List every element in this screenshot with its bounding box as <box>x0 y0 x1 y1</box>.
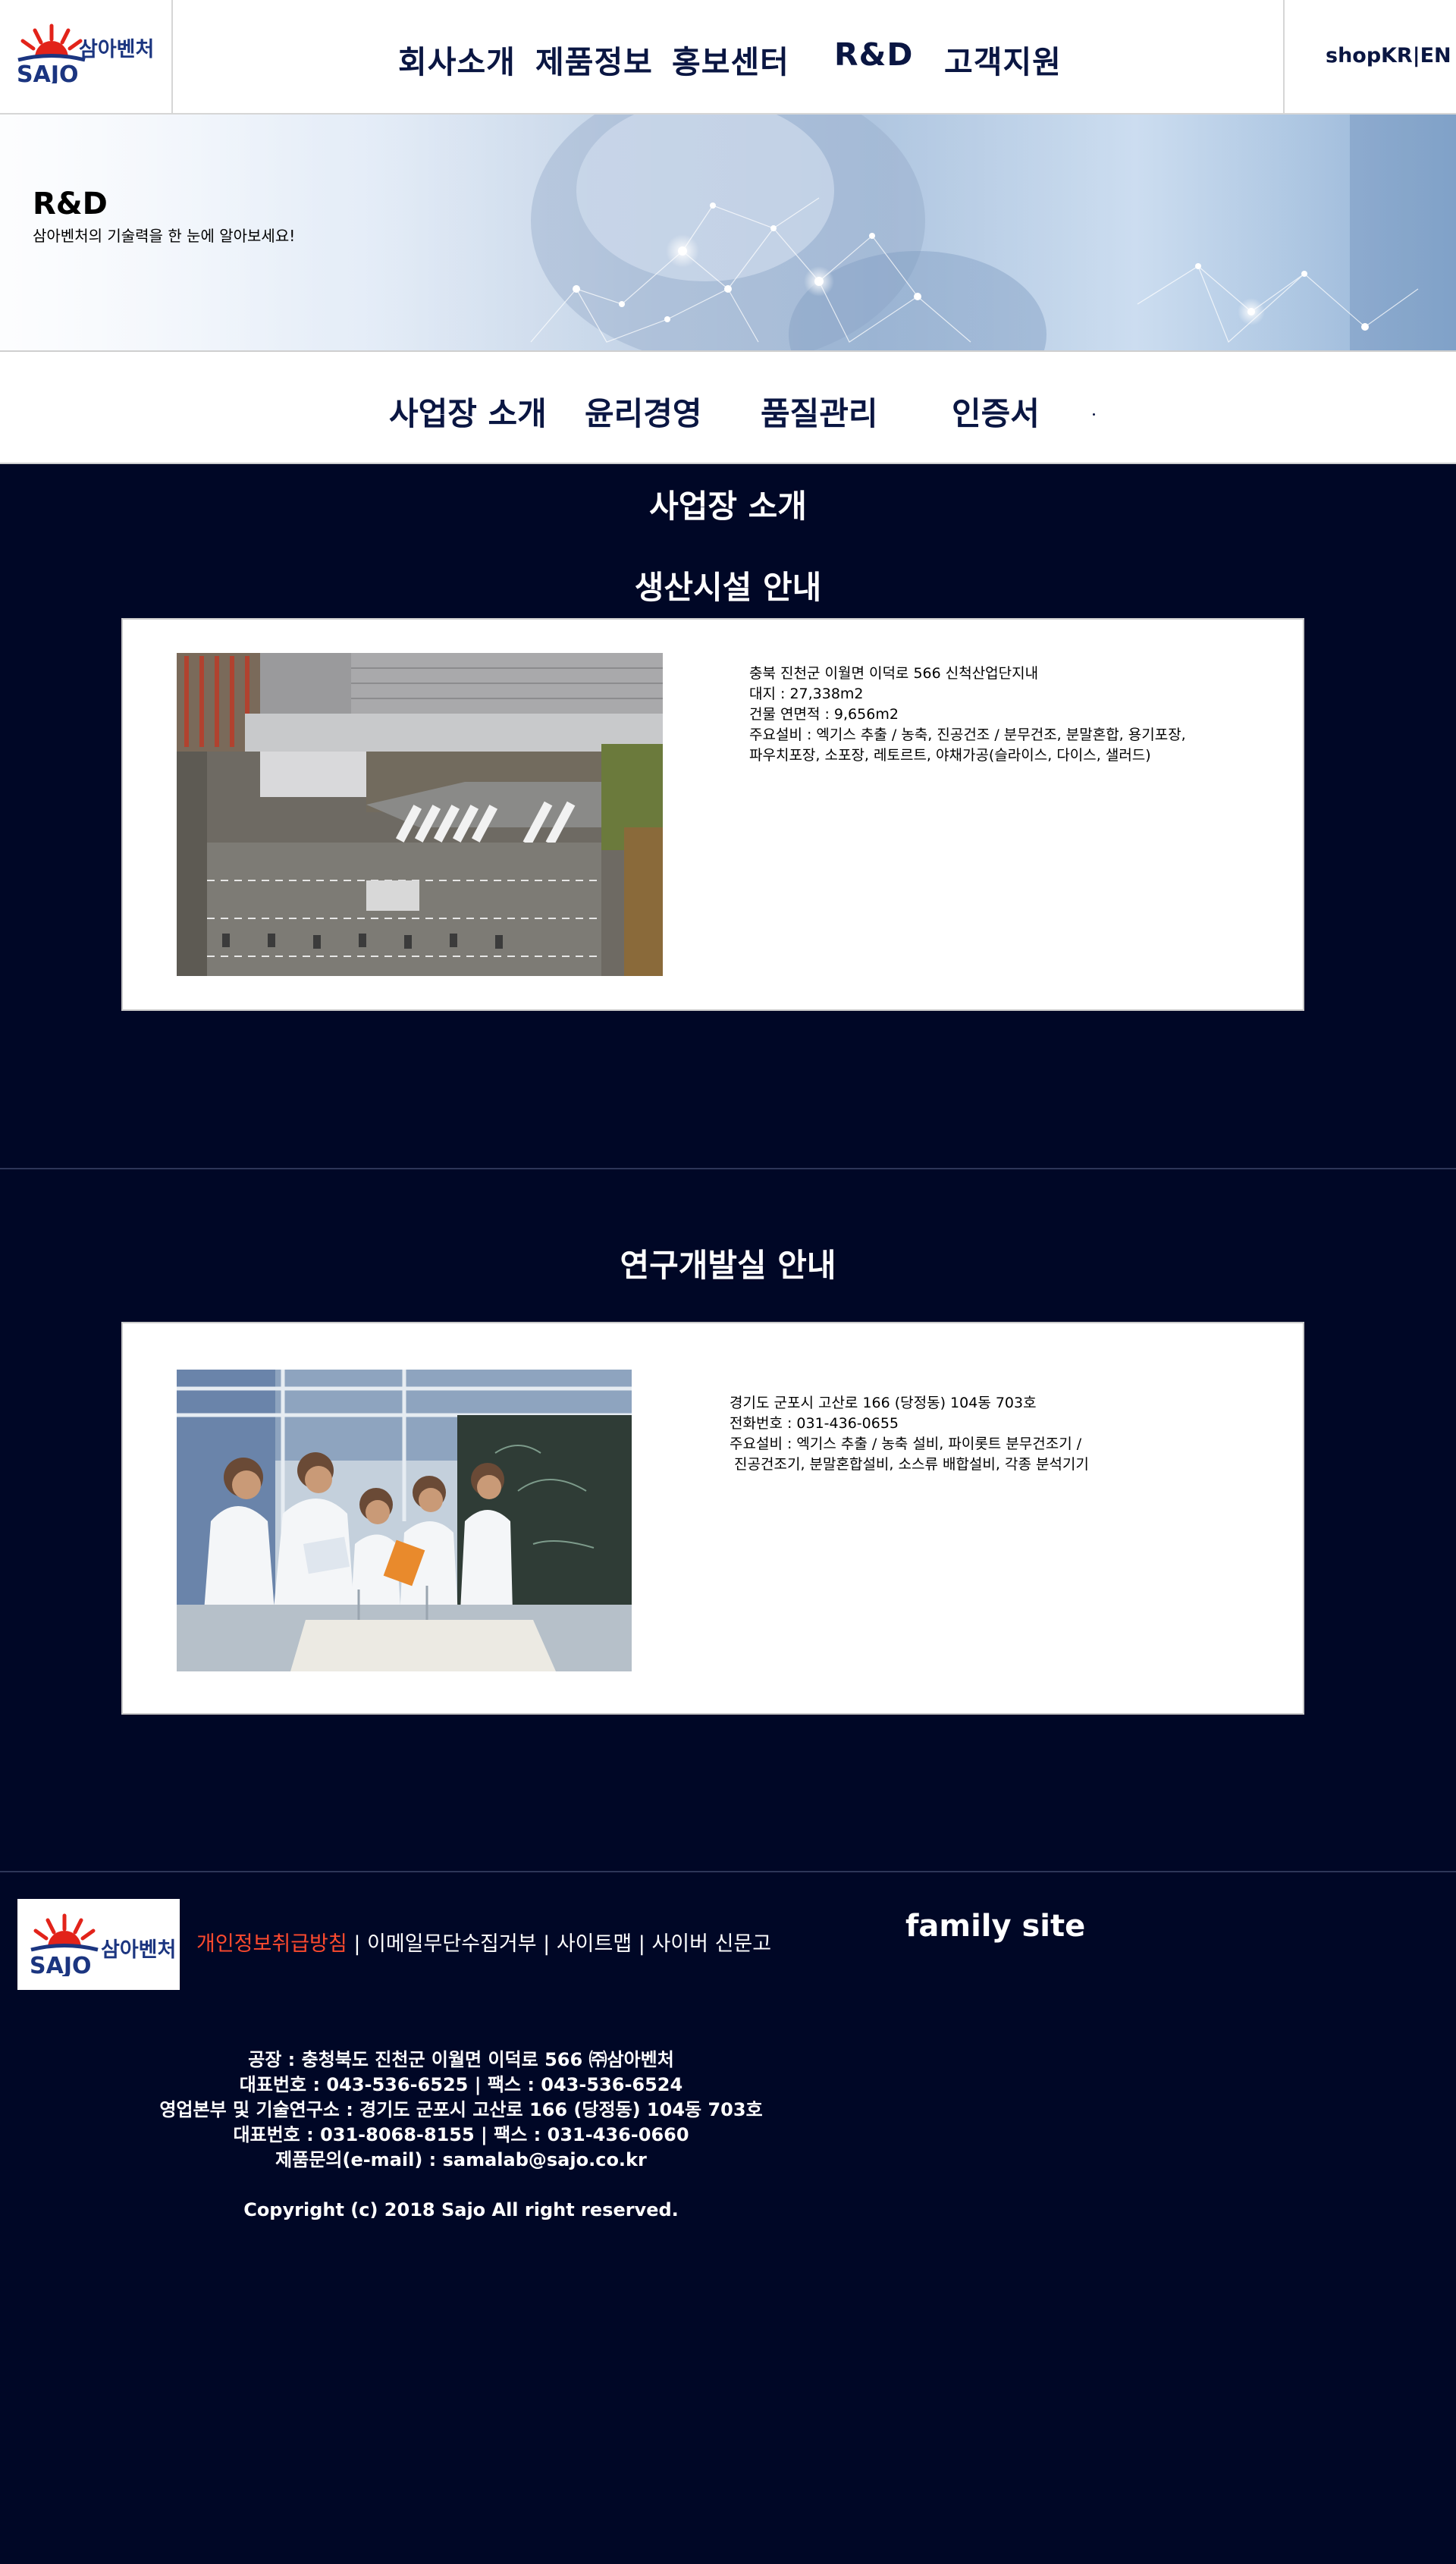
sitemap-link[interactable]: 사이트맵 <box>557 1932 632 1956</box>
nav-company[interactable]: 회사소개 <box>398 36 516 82</box>
banner-subtitle: 삼아벤처의 기술력을 한 눈에 알아보세요! <box>33 227 296 245</box>
subnav-quality[interactable]: 품질관리 <box>761 388 878 435</box>
company-info-line: 영업본부 및 기술연구소 : 경기도 군포시 고산로 166 (당정동) 104… <box>159 2099 763 2120</box>
company-info-line: 공장 : 충청북도 진천군 이월면 이덕로 566 ㈜삼아벤처 <box>248 2049 674 2070</box>
svg-text:SAJO: SAJO <box>30 1953 92 1976</box>
lab-info-line: 진공건조기, 분말혼합설비, 소스류 배합설비, 각종 분석기기 <box>730 1456 1089 1473</box>
section-divider <box>0 1168 1456 1169</box>
link-separator: | <box>536 1932 557 1956</box>
banner-title: R&D <box>33 187 108 221</box>
facility-card: 충북 진천군 이월면 이덕로 566 신척산업단지내 대지 : 27,338m2… <box>121 618 1304 1011</box>
lab-info: 경기도 군포시 고산로 166 (당정동) 104동 703호 전화번호 : 0… <box>730 1393 1089 1475</box>
company-info: 공장 : 충청북도 진천군 이월면 이덕로 566 ㈜삼아벤처 대표번호 : 0… <box>0 2048 922 2173</box>
privacy-policy-link[interactable]: 개인정보취급방침 <box>196 1932 347 1956</box>
logo-link[interactable]: SAJO 삼아벤처 <box>0 0 173 115</box>
facility-heading: 생산시설 안내 <box>634 569 822 606</box>
svg-text:삼아벤처: 삼아벤처 <box>79 38 154 61</box>
cyber-report-link[interactable]: 사이버 신문고 <box>651 1932 771 1956</box>
footer-links: 개인정보취급방침 | 이메일무단수집거부 | 사이트맵 | 사이버 신문고 <box>196 1927 771 1957</box>
facility-info-line: 대지 : 27,338m2 <box>749 686 864 702</box>
page-banner: R&D 삼아벤처의 기술력을 한 눈에 알아보세요! <box>0 115 1456 350</box>
company-info-line: 대표번호 : 043-536-6525 | 팩스 : 043-536-6524 <box>239 2074 683 2095</box>
facility-info-line: 파우치포장, 소포장, 레토르트, 야채가공(슬라이스, 다이스, 샐러드) <box>749 747 1151 764</box>
svg-text:삼아벤처: 삼아벤처 <box>101 1938 175 1962</box>
utility-menu: shop KR|EN <box>1283 0 1456 115</box>
sajo-logo: SAJO 삼아벤처 <box>17 24 154 83</box>
lab-info-line: 경기도 군포시 고산로 166 (당정동) 104동 703호 <box>730 1395 1037 1411</box>
link-separator: | <box>347 1932 367 1956</box>
page-title: 사업장 소개 <box>649 488 807 525</box>
factory-aerial-photo <box>177 653 663 976</box>
svg-text:SAJO: SAJO <box>17 61 79 83</box>
company-info-line: 대표번호 : 031-8068-8155 | 팩스 : 031-436-0660 <box>233 2124 689 2145</box>
lab-info-line: 주요설비 : 엑기스 추출 / 농축 설비, 파이롯트 분무건조기 / <box>730 1436 1082 1452</box>
language-switch[interactable]: KR|EN <box>1381 44 1451 67</box>
subnav-business-sites[interactable]: 사업장 소개 <box>389 388 547 435</box>
lab-heading: 연구개발실 안내 <box>620 1247 836 1284</box>
facility-info-line: 건물 연면적 : 9,656m2 <box>749 706 899 723</box>
site-header: SAJO 삼아벤처 회사소개 제품정보 홍보센터 R&D 고객지원 shop K… <box>0 0 1456 115</box>
nav-support[interactable]: 고객지원 <box>944 36 1062 82</box>
company-info-line: 제품문의(e-mail) : samalab@sajo.co.kr <box>275 2149 647 2170</box>
nav-products[interactable]: 제품정보 <box>535 36 653 82</box>
sub-nav: 사업장 소개 윤리경영 품질관리 인증서 <box>0 350 1456 464</box>
lab-card: 경기도 군포시 고산로 166 (당정동) 104동 703호 전화번호 : 0… <box>121 1322 1304 1715</box>
footer-divider <box>0 1871 1456 1872</box>
lab-info-line: 전화번호 : 031-436-0655 <box>730 1415 899 1432</box>
nav-pr-center[interactable]: 홍보센터 <box>672 36 789 82</box>
nav-rnd[interactable]: R&D <box>834 36 913 73</box>
copyright: Copyright (c) 2018 Sajo All right reserv… <box>243 2199 679 2220</box>
facility-info-line: 충북 진천군 이월면 이덕로 566 신척산업단지내 <box>749 665 1039 682</box>
shop-link[interactable]: shop <box>1326 44 1381 67</box>
facility-info: 충북 진천군 이월면 이덕로 566 신척산업단지내 대지 : 27,338m2… <box>749 664 1186 766</box>
sajo-logo: SAJO 삼아벤처 <box>30 1913 175 1976</box>
family-site-button[interactable]: family site <box>905 1909 1085 1944</box>
research-lab-photo <box>177 1370 632 1671</box>
subnav-dot <box>1093 413 1095 416</box>
email-refusal-link[interactable]: 이메일무단수집거부 <box>367 1932 537 1956</box>
facility-info-line: 주요설비 : 엑기스 추출 / 농축, 진공건조 / 분무건조, 분말혼합, 용… <box>749 727 1186 743</box>
subnav-certificates[interactable]: 인증서 <box>952 388 1040 435</box>
link-separator: | <box>632 1932 652 1956</box>
subnav-ethics[interactable]: 윤리경영 <box>585 388 702 435</box>
footer-logo[interactable]: SAJO 삼아벤처 <box>17 1899 180 1990</box>
